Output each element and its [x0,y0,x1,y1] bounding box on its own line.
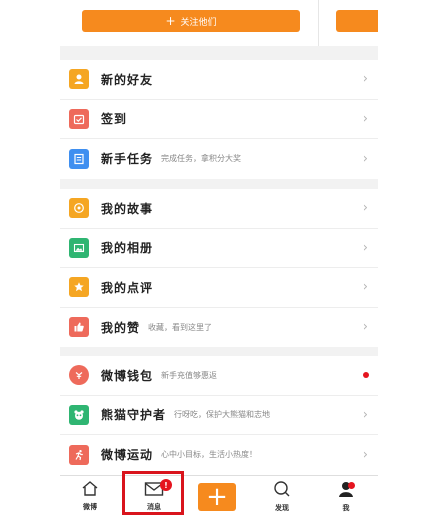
menu-item-subtitle: 新手充值够惠返 [161,370,218,380]
menu-item-my-album[interactable]: 我的相册 › [60,229,378,268]
menu-group-1: 新的好友 › 签到 › 新手任务 完成任务，拿积分大奖 › [60,60,378,179]
menu-item-subtitle: 收藏，看到这里了 [148,322,213,332]
runner-icon [69,444,89,465]
tab-me-label: 我 [342,503,350,512]
messages-badge: ! [160,479,172,491]
menu-item-title: 我的赞 [101,320,141,335]
panda-icon [69,404,89,425]
phone-screen: + 关注他们 新的好友 › 签到 › 新手任务 完成任务，拿积分大奖 › 我的故… [60,0,378,515]
chevron-right-icon: › [362,240,368,256]
notification-dot [348,482,355,489]
calendar-check-icon [69,108,89,129]
chevron-right-icon: › [362,319,368,335]
menu-item-title: 我的故事 [101,201,154,216]
menu-item-newbie-tasks[interactable]: 新手任务 完成任务，拿积分大奖 › [60,139,378,179]
menu-item-weibo-sports[interactable]: 微博运动 心中小目标，生活小热度！ › [60,435,378,475]
menu-item-my-story[interactable]: 我的故事 › [60,189,378,229]
menu-item-checkin[interactable]: 签到 › [60,100,378,139]
plus-icon: + [206,482,228,512]
tab-home-label: 微博 [83,503,97,511]
search-icon [273,480,291,502]
chevron-right-icon: › [362,71,368,87]
menu-item-title: 我的相册 [101,241,154,256]
chevron-right-icon: › [362,200,368,216]
menu-item-title: 熊猫守护者 [101,408,167,423]
bottom-tab-bar: 微博 消息 ! + 发现 我 [60,475,378,515]
menu-item-panda-guardian[interactable]: 熊猫守护者 行呀吃，保护大熊猫和志地 › [60,396,378,435]
tab-me[interactable]: 我 [330,476,362,515]
card-divider [318,0,319,46]
thumbs-up-icon [69,317,89,338]
star-review-icon [69,277,89,298]
menu-item-subtitle: 完成任务，拿积分大奖 [161,154,242,164]
menu-item-title: 微博钱包 [101,368,154,383]
chevron-right-icon: › [362,407,368,423]
tab-discover-label: 发现 [275,503,289,512]
plus-icon: + [165,14,176,28]
follow-them-button[interactable]: + 关注他们 [82,10,300,32]
tab-home[interactable]: 微博 [74,476,106,515]
menu-item-title: 我的点评 [101,280,154,295]
menu-group-2: 我的故事 › 我的相册 › 我的点评 › 我的赞 收藏，看到这里了 › [60,189,378,347]
follow-them-label: 关注他们 [180,17,217,28]
tab-discover[interactable]: 发现 [266,476,298,515]
recommend-card: + 关注他们 [60,0,378,46]
wallet-icon [69,365,89,386]
menu-item-my-likes[interactable]: 我的赞 收藏，看到这里了 › [60,308,378,348]
chevron-right-icon: › [362,447,368,463]
unread-dot [363,372,369,379]
tab-messages[interactable]: 消息 ! [134,476,174,515]
menu-item-title: 签到 [101,112,128,127]
menu-item-subtitle: 行呀吃，保护大熊猫和志地 [174,410,271,420]
follow-button-partial[interactable] [336,10,378,32]
chevron-right-icon: › [362,279,368,295]
chevron-right-icon: › [362,151,368,167]
compose-button[interactable]: + [198,483,236,511]
menu-item-subtitle: 心中小目标，生活小热度！ [161,450,258,460]
menu-item-title: 微博运动 [101,448,154,463]
menu-item-weibo-wallet[interactable]: 微博钱包 新手充值够惠返 [60,356,378,396]
tab-messages-label: 消息 [147,502,161,511]
task-list-icon [69,148,89,169]
photo-icon [69,237,89,258]
story-icon [69,198,89,219]
chevron-right-icon: › [362,111,368,127]
home-icon [81,480,99,501]
menu-item-my-reviews[interactable]: 我的点评 › [60,268,378,308]
menu-item-title: 新手任务 [101,152,154,167]
menu-item-new-friends[interactable]: 新的好友 › [60,60,378,100]
contact-icon [69,69,89,90]
menu-item-title: 新的好友 [101,72,154,87]
menu-group-3: 微博钱包 新手充值够惠返 熊猫守护者 行呀吃，保护大熊猫和志地 › 微博运动 心… [60,356,378,475]
